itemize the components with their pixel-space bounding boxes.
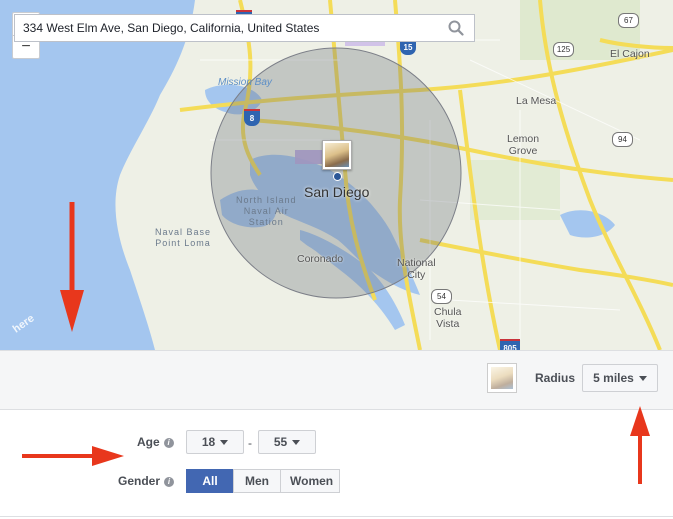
interstate-8-shield: 8 bbox=[244, 109, 260, 126]
gender-women-button[interactable]: Women bbox=[280, 469, 340, 493]
map-label-san-diego: San Diego bbox=[304, 184, 370, 200]
age-separator: - bbox=[248, 436, 252, 450]
pin-dot bbox=[333, 172, 342, 181]
info-icon[interactable]: i bbox=[163, 438, 174, 448]
radius-label: Radius bbox=[535, 371, 576, 385]
route-94-shield: 94 bbox=[612, 132, 633, 147]
interstate-805-shield: 805 bbox=[500, 339, 520, 350]
age-label: Age i bbox=[137, 435, 174, 449]
thumbnail-image bbox=[491, 367, 513, 389]
chevron-down-icon bbox=[220, 440, 229, 446]
radius-value: 5 miles bbox=[593, 371, 634, 385]
gender-men-button[interactable]: Men bbox=[233, 469, 281, 493]
place-thumbnail bbox=[487, 363, 517, 393]
gender-label: Gender i bbox=[118, 474, 175, 488]
map-label-lemon-grove: Lemon Grove bbox=[507, 133, 540, 157]
radius-dropdown[interactable]: 5 miles bbox=[582, 364, 658, 392]
map-label-naval-base: Naval Base Point Loma bbox=[155, 227, 212, 248]
place-photo bbox=[325, 143, 349, 167]
location-pin[interactable] bbox=[322, 140, 352, 181]
chevron-down-icon bbox=[292, 440, 301, 446]
gender-selector: All Men Women bbox=[186, 469, 340, 493]
info-icon[interactable]: i bbox=[164, 477, 175, 487]
map-label-north-island: North Island Naval Air Station bbox=[236, 195, 297, 227]
gender-all-button[interactable]: All bbox=[186, 469, 234, 493]
age-max-dropdown[interactable]: 55 bbox=[258, 430, 316, 454]
search-icon[interactable] bbox=[448, 20, 464, 36]
location-field[interactable] bbox=[14, 14, 475, 42]
age-min-value: 18 bbox=[201, 435, 216, 449]
age-min-dropdown[interactable]: 18 bbox=[186, 430, 244, 454]
map-label-mission-bay: Mission Bay bbox=[218, 77, 272, 88]
route-125-shield: 125 bbox=[553, 42, 574, 57]
map-label-el-cajon: El Cajon bbox=[610, 48, 650, 60]
map[interactable]: + − 5 15 8 805 67 125 94 54 San Diego Mi… bbox=[0, 0, 673, 350]
chevron-down-icon bbox=[638, 376, 647, 382]
route-67-shield: 67 bbox=[618, 13, 639, 28]
map-label-coronado: Coronado bbox=[297, 253, 344, 265]
location-input[interactable] bbox=[15, 15, 451, 41]
age-max-value: 55 bbox=[273, 435, 288, 449]
map-label-chula-vista: Chula Vista bbox=[434, 306, 462, 330]
map-label-national-city: National City bbox=[397, 257, 436, 281]
route-54-shield: 54 bbox=[431, 289, 452, 304]
divider bbox=[0, 516, 673, 517]
map-label-la-mesa: La Mesa bbox=[516, 95, 557, 107]
